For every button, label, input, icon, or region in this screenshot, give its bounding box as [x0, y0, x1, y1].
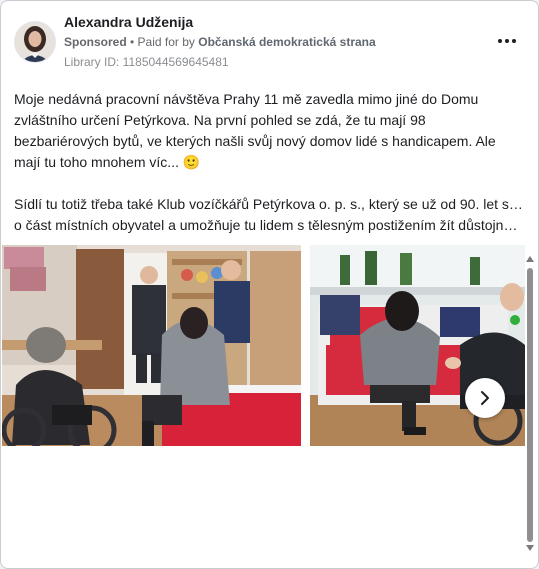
carousel-next-button[interactable]: [465, 378, 505, 418]
paid-for-by-prefix: Paid for by: [137, 35, 199, 49]
ad-header: Alexandra Udženija Sponsored • Paid for …: [1, 1, 538, 76]
advertiser-name[interactable]: Alexandra Udženija: [64, 14, 193, 30]
post-paragraph-2-line-2[interactable]: o část místních obyvatel a umožňuje tu l…: [14, 215, 524, 236]
post-paragraph-2: Sídlí tu totiž třeba také Klub vozíčkářů…: [14, 194, 524, 236]
library-id: Library ID: 1185044569645481: [64, 55, 229, 69]
post-paragraph-1: Moje nedávná pracovní návštěva Prahy 11 …: [14, 89, 524, 173]
post-paragraph-2-line-1: Sídlí tu totiž třeba také Klub vozíčkářů…: [14, 196, 524, 212]
post-text: Moje nedávná pracovní návštěva Prahy 11 …: [14, 89, 524, 236]
sponsored-label: Sponsored: [64, 35, 127, 49]
scroll-down-arrow-icon[interactable]: [526, 545, 534, 551]
scroll-up-arrow-icon[interactable]: [526, 256, 534, 262]
post-paragraph-1-text: Moje nedávná pracovní návštěva Prahy 11 …: [14, 91, 496, 170]
sponsor-separator: •: [126, 35, 138, 49]
photo-visit-room: [2, 245, 301, 446]
more-dot: [512, 39, 516, 43]
more-options-button[interactable]: [495, 31, 519, 51]
paid-for-by-name[interactable]: Občanská demokratická strana: [198, 35, 375, 49]
avatar-photo: [15, 22, 55, 62]
chevron-right-icon: [481, 391, 489, 405]
carousel-photo-1[interactable]: [2, 245, 301, 446]
image-carousel: [1, 245, 525, 446]
sponsor-line: Sponsored • Paid for by Občanská demokra…: [64, 35, 376, 49]
ad-card: Alexandra Udženija Sponsored • Paid for …: [0, 0, 539, 569]
advertiser-avatar[interactable]: [14, 21, 56, 63]
more-dot: [505, 39, 509, 43]
more-horizontal-icon: [498, 39, 502, 43]
vertical-scrollbar[interactable]: [525, 256, 537, 556]
scroll-thumb[interactable]: [527, 268, 533, 542]
smiling-face-icon: 🙂: [182, 154, 201, 170]
